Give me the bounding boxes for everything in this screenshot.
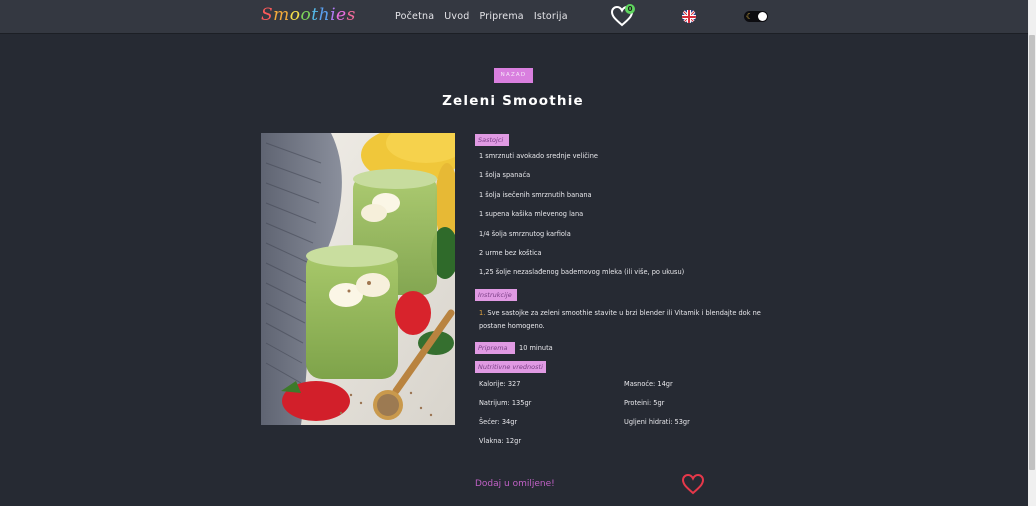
nav-link-uvod[interactable]: Uvod bbox=[444, 11, 469, 22]
add-to-favorites-link[interactable]: Dodaj u omiljene! bbox=[475, 479, 555, 489]
nutrition-value: Kalorije: 327 bbox=[479, 380, 521, 388]
theme-toggle[interactable]: ☾ bbox=[744, 11, 768, 22]
logo-letter: o bbox=[300, 5, 312, 25]
logo-letter: t bbox=[311, 5, 319, 25]
ingredient-item: 1 šolja isečenih smrznutih banana bbox=[479, 191, 592, 199]
navbar: Smoothies Početna Uvod Priprema Istorija… bbox=[0, 0, 1028, 34]
nutrition-value: Masnoće: 14gr bbox=[624, 380, 673, 388]
favorites-count-badge: 0 bbox=[625, 4, 635, 14]
ingredient-item: 1 supena kašika mlevenog lana bbox=[479, 210, 584, 218]
nutrition-value: Šećer: 34gr bbox=[479, 418, 518, 426]
scrollbar[interactable] bbox=[1028, 0, 1036, 506]
instructions-label: Instrukcije bbox=[475, 289, 517, 301]
nav-link-priprema[interactable]: Priprema bbox=[479, 11, 523, 22]
step-text: Sve sastojke za zeleni smoothie stavite … bbox=[479, 309, 761, 330]
logo-letter: h bbox=[318, 5, 331, 25]
logo-letter: m bbox=[273, 5, 290, 25]
logo-letter: s bbox=[346, 5, 356, 25]
page-title: Zeleni Smoothie bbox=[442, 93, 584, 109]
scrollbar-thumb[interactable] bbox=[1029, 35, 1035, 470]
step-number: 1. bbox=[479, 309, 486, 317]
nutrition-value: Proteini: 5gr bbox=[624, 399, 665, 407]
toggle-knob bbox=[758, 12, 767, 21]
ingredient-item: 1,25 šolje nezaslađenog bademovog mleka … bbox=[479, 268, 685, 276]
logo-letter: o bbox=[289, 5, 301, 25]
ingredient-item: 2 urme bez koštica bbox=[479, 249, 542, 257]
instruction-step: 1. Sve sastojke za zeleni smoothie stavi… bbox=[479, 307, 769, 332]
nutrition-value: Vlakna: 12gr bbox=[479, 437, 522, 445]
add-favorite-heart-icon[interactable] bbox=[681, 473, 705, 495]
nutrition-value: Ugljeni hidrati: 53gr bbox=[624, 418, 690, 426]
ingredient-item: 1 šolja spanaća bbox=[479, 171, 531, 179]
smoothie-photo bbox=[261, 133, 455, 425]
nav-link-pocetna[interactable]: Početna bbox=[395, 11, 434, 22]
ingredient-item: 1/4 šolja smrznutog karfiola bbox=[479, 230, 571, 238]
prep-label: Priprema bbox=[475, 342, 515, 354]
nav-link-istorija[interactable]: Istorija bbox=[534, 11, 568, 22]
prep-time: 10 minuta bbox=[519, 344, 553, 352]
nutrition-value: Natrijum: 135gr bbox=[479, 399, 532, 407]
nutrition-label: Nutritivne vrednosti bbox=[475, 361, 546, 373]
back-button[interactable]: NAZAD bbox=[494, 68, 533, 83]
nav-links: Početna Uvod Priprema Istorija bbox=[395, 11, 568, 22]
moon-icon: ☾ bbox=[746, 12, 754, 21]
favorites-heart-icon[interactable]: 0 bbox=[610, 4, 636, 27]
logo-letter: e bbox=[336, 5, 347, 25]
english-flag-icon[interactable] bbox=[682, 9, 696, 23]
logo[interactable]: Smoothies bbox=[261, 5, 356, 25]
ingredient-item: 1 smrznuti avokado srednje veličine bbox=[479, 152, 598, 160]
ingredients-label: Sastojci bbox=[475, 134, 509, 146]
logo-letter: S bbox=[261, 5, 274, 25]
